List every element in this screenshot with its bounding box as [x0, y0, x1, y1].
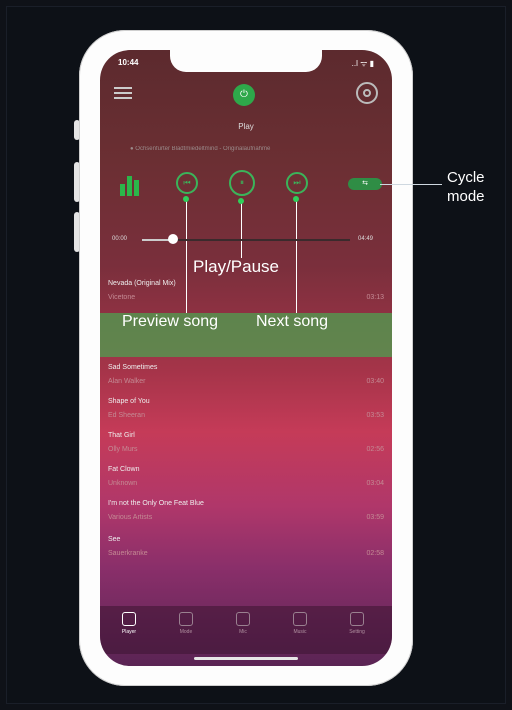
music-icon — [293, 612, 307, 626]
song-title: Nevada (Original Mix) — [108, 280, 176, 287]
play-pause-pointer-dot — [238, 198, 244, 204]
cycle-callout: Cycle mode — [447, 168, 493, 206]
list-item[interactable]: See Sauerkranke 02:58 — [108, 536, 384, 566]
song-artist: Sauerkranke — [108, 550, 148, 557]
tab-bar: Player Mode Mic Music Setting — [100, 606, 392, 654]
list-item[interactable]: I'm not the Only One Feat Blue Various A… — [108, 500, 384, 530]
song-artist: Various Artists — [108, 514, 153, 521]
home-indicator — [194, 657, 298, 660]
mode-icon — [179, 612, 193, 626]
song-artist: Olly Murs — [108, 446, 138, 453]
next-pointer-dot — [293, 196, 299, 202]
setting-icon — [350, 612, 364, 626]
song-duration: 03:40 — [366, 378, 384, 385]
song-artist: Ed Sheeran — [108, 412, 145, 419]
preview-callout: Preview song — [122, 313, 219, 330]
song-title: Fat Clown — [108, 466, 140, 473]
bars-icon — [122, 612, 136, 626]
tab-label: Setting — [349, 629, 365, 635]
tab-mic[interactable]: Mic — [218, 612, 268, 635]
equalizer-icon — [120, 172, 144, 196]
cycle-mode-button[interactable]: ⇆ — [348, 178, 382, 190]
next-callout: Next song — [256, 313, 329, 330]
song-duration: 02:56 — [366, 446, 384, 453]
next-button[interactable]: ⏭ — [286, 172, 308, 194]
song-title: See — [108, 536, 121, 543]
notch — [170, 50, 322, 72]
list-item[interactable]: That Girl Olly Murs 02:56 — [108, 432, 384, 462]
song-artist: Vicetone — [108, 294, 136, 301]
song-title: Sad Sometimes — [108, 364, 158, 371]
status-time: 10:44 — [118, 58, 139, 67]
progress-thumb[interactable] — [168, 234, 178, 244]
song-title: That Girl — [108, 432, 135, 439]
elapsed-time: 00:00 — [112, 236, 128, 242]
gear-icon[interactable] — [356, 82, 378, 104]
tab-player[interactable]: Player — [104, 612, 154, 635]
list-item[interactable]: Nevada (Original Mix) Vicetone 03:13 — [108, 280, 384, 310]
total-time: 04:49 — [358, 236, 374, 242]
now-playing-text: ● Ochsenfurter Bladtmiedeltmind - Origin… — [130, 146, 271, 152]
page-title: Play — [238, 122, 254, 131]
play-pause-pointer — [241, 200, 242, 258]
song-duration: 03:13 — [366, 294, 384, 301]
tab-label: Music — [293, 629, 307, 635]
cycle-callout-text: Cycle mode — [447, 169, 485, 205]
status-indicators: ..l ᯤ ▮ — [351, 59, 374, 68]
menu-icon[interactable] — [114, 84, 132, 104]
power-button[interactable]: ⏻ — [233, 84, 255, 106]
song-artist: Alan Walker — [108, 378, 146, 385]
song-title: Shape of You — [108, 398, 150, 405]
mic-icon — [236, 612, 250, 626]
tab-label: Mic — [239, 629, 247, 635]
tab-music[interactable]: Music — [275, 612, 325, 635]
tab-label: Mode — [179, 629, 193, 635]
play-pause-callout: Play/Pause — [193, 257, 279, 276]
previous-button[interactable]: ⏮ — [176, 172, 198, 194]
tab-mode[interactable]: Mode — [161, 612, 211, 635]
song-duration: 03:04 — [366, 480, 384, 487]
song-title: I'm not the Only One Feat Blue — [108, 500, 204, 507]
song-duration: 03:59 — [366, 514, 384, 521]
list-item[interactable]: Fat Clown Unknown 03:04 — [108, 466, 384, 496]
tab-setting[interactable]: Setting — [332, 612, 382, 635]
phone-screen: 10:44 ..l ᯤ ▮ ⏻ Play ● Ochsenfurter Blad… — [100, 50, 392, 666]
preview-pointer-dot — [183, 196, 189, 202]
song-artist: Unknown — [108, 480, 138, 487]
cycle-pointer-line — [380, 184, 442, 185]
play-pause-button[interactable]: ⏸ — [229, 170, 255, 196]
song-duration: 03:53 — [366, 412, 384, 419]
list-item[interactable]: Shape of You Ed Sheeran 03:53 — [108, 398, 384, 428]
song-duration: 02:58 — [366, 550, 384, 557]
tab-label: Player — [121, 629, 137, 635]
list-item[interactable]: Sad Sometimes Alan Walker 03:40 — [108, 364, 384, 394]
